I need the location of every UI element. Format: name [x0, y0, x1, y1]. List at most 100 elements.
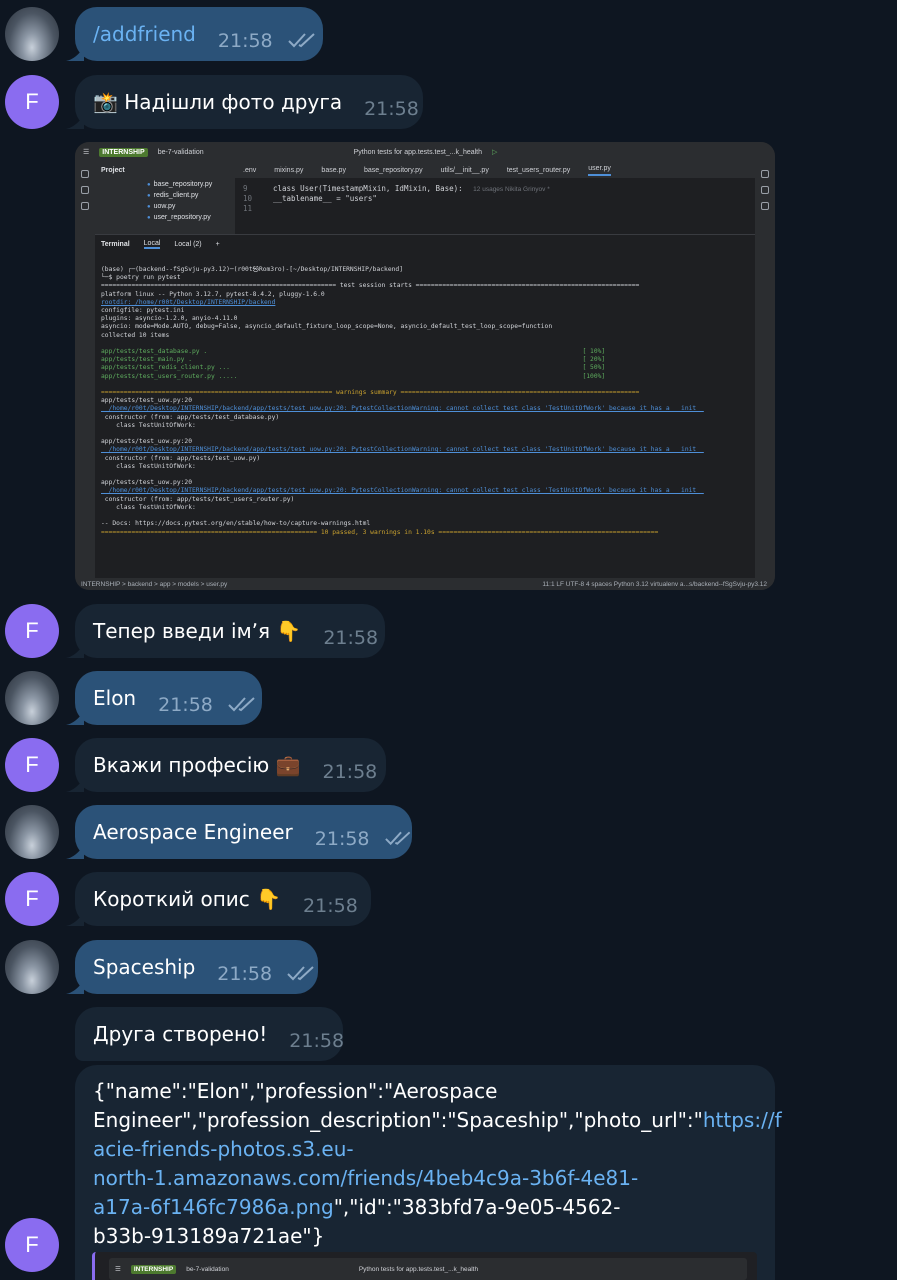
json-text: Engineer","profession_description":"Spac… — [93, 1108, 703, 1132]
photo-url-link[interactable]: a17a-6f146fc7986a.png — [93, 1195, 334, 1219]
line-number: 11 — [243, 204, 253, 213]
message-time: 21:58 — [217, 963, 273, 985]
message-bubble-out[interactable]: Spaceship 21:58 — [66, 940, 318, 994]
code-editor: 9 class User(TimestampMixin, IdMixin, Ba… — [235, 178, 755, 234]
statusbar-info: 11:1 LF UTF-8 4 spaces Python 3.12 virtu… — [542, 580, 767, 588]
ide-statusbar: INTERNSHIP > backend > app > models > us… — [75, 578, 775, 590]
message-time: 21:58 — [364, 98, 419, 120]
menu-icon: ☰ — [83, 149, 90, 156]
bot-avatar: F — [5, 872, 59, 926]
message-time: 21:58 — [314, 828, 370, 850]
photo-url-link[interactable]: acie-friends-photos.s3.eu- — [93, 1137, 354, 1161]
terminal-output: (base) ┌─(backend--fSgSvju-py3.12)─(r00t… — [101, 266, 753, 537]
editor-tab: base.py — [321, 166, 346, 174]
editor-tab-active: user.py — [588, 165, 611, 176]
message-text: Друга створено! — [93, 1022, 268, 1046]
terminal-line: /home/r00t/Desktop/INTERNSHIP/backend/ap… — [101, 405, 704, 413]
editor-tab: .env — [243, 166, 257, 174]
json-text: b33b-913189a721ae"} — [93, 1224, 325, 1248]
bubble-tail-icon — [66, 47, 84, 61]
statusbar-path: INTERNSHIP > backend > app > models > us… — [81, 580, 228, 588]
avatar — [5, 671, 59, 725]
terminal-line: ========================================… — [101, 389, 640, 397]
run-config-label: Python tests for app.tests.test_...k_hea… — [358, 1265, 479, 1273]
double-check-icon — [287, 33, 315, 48]
terminal-line: collected 10 items — [101, 331, 170, 339]
bot-avatar: F — [5, 1218, 59, 1272]
message-bubble-out[interactable]: Aerospace Engineer 21:58 — [66, 805, 412, 859]
terminal-line: constructor (from: app/tests/test_uow.py… — [101, 454, 261, 462]
message-bubble-out[interactable]: /addfriend 21:58 — [66, 7, 323, 61]
terminal-line: plugins: asyncio-1.2.0, anyio-4.11.0 — [101, 315, 238, 323]
project-badge: INTERNSHIP — [99, 147, 148, 157]
code-usages: 12 usages Nikita Grinyov * — [473, 186, 550, 193]
photo-url-link[interactable]: https://f — [703, 1108, 782, 1132]
message-bubble-out[interactable]: Elon 21:58 — [66, 671, 262, 725]
terminal-line: ========================================… — [101, 528, 659, 536]
json-message-bubble[interactable]: {"name":"Elon","profession":"Aerospace E… — [75, 1065, 782, 1280]
bubble-tail-icon — [66, 778, 84, 792]
terminal-line: ========================================… — [101, 282, 640, 290]
terminal-line: app/tests/test_uow.py:20 — [101, 397, 192, 405]
editor-tabs: .env mixins.py base.py base_repository.p… — [235, 162, 755, 178]
terminal-line: constructor (from: app/tests/test_databa… — [101, 413, 280, 421]
terminal-line: app/tests/test_uow.py:20 — [101, 479, 192, 487]
message-text: Aerospace Engineer — [93, 820, 293, 844]
terminal-tab: Terminal — [101, 241, 130, 248]
json-text: ","id":"383bfd7a-9e05-4562- — [333, 1195, 621, 1219]
message-text: 📸 Надішли фото друга — [93, 90, 343, 114]
branch-label: be-7-validation — [186, 1265, 229, 1273]
ide-left-rail — [75, 162, 95, 578]
terminal-line: class TestUnitOfWork: — [101, 421, 196, 429]
bubble-tail-icon — [66, 845, 84, 859]
terminal-tab: Local (2) — [174, 241, 202, 248]
terminal-line: class TestUnitOfWork: — [101, 503, 196, 511]
message-text: Тепер введи імʼя 👇 — [93, 619, 302, 643]
message-time: 21:58 — [303, 895, 358, 917]
terminal-line: configfile: pytest.ini — [101, 307, 185, 315]
message-time: 21:58 — [323, 627, 379, 649]
terminal-line: app/tests/test_main.py . [ 20%] — [101, 356, 606, 364]
message-time: 21:58 — [158, 694, 213, 716]
bubble-tail-icon — [66, 912, 84, 926]
bot-avatar: F — [5, 75, 59, 129]
link-preview-image[interactable]: ☰ INTERNSHIP be-7-validation Python test… — [92, 1252, 757, 1280]
terminal-line: constructor (from: app/tests/test_users_… — [101, 495, 295, 503]
code-line: __tablename__ = "users" — [273, 194, 377, 203]
photo-url-link[interactable]: north-1.amazonaws.com/friends/4beb4c9a-3… — [93, 1166, 638, 1190]
terminal-tab: Local — [143, 240, 161, 249]
branch-label: be-7-validation — [157, 148, 204, 156]
terminal-line: (base) ┌─(backend--fSgSvju-py3.12)─(r00t… — [101, 266, 403, 273]
terminal-line: asyncio: mode=Mode.AUTO, debug=False, as… — [101, 323, 553, 331]
ide-titlebar: ☰ INTERNSHIP be-7-validation Python test… — [75, 142, 775, 162]
message-bubble-in[interactable]: Короткий опис 👇 21:58 — [66, 872, 371, 926]
bubble-tail-icon — [66, 115, 84, 129]
message-bubble-in[interactable]: Вкажи професію 💼 21:58 — [66, 738, 386, 792]
project-panel: Project base_repository.py redis_client.… — [95, 162, 235, 234]
file-item: redis_client.py — [95, 190, 235, 201]
terminal-tabs: Terminal Local Local (2) + — [95, 234, 755, 254]
double-check-icon — [384, 831, 410, 846]
terminal-line: rootdir: /home/r00t/Desktop/INTERNSHIP/b… — [101, 298, 276, 306]
file-item: base_repository.py — [95, 179, 235, 190]
avatar — [5, 7, 59, 61]
terminal-line: app/tests/test_redis_client.py ... [ 50%… — [101, 364, 606, 372]
screenshot-image[interactable]: ☰ INTERNSHIP be-7-validation Python test… — [75, 142, 775, 590]
message-bubble-in[interactable]: Тепер введи імʼя 👇 21:58 — [66, 604, 385, 658]
bot-avatar: F — [5, 604, 59, 658]
terminal-line: app/tests/test_users_router.py ..... [10… — [101, 372, 606, 380]
message-bubble-in[interactable]: 📸 Надішли фото друга 21:58 — [66, 75, 423, 129]
editor-tab: mixins.py — [274, 166, 304, 174]
message-bubble-in[interactable]: Друга створено! 21:58 — [75, 1007, 344, 1061]
terminal-line: -- Docs: https://docs.pytest.org/en/stab… — [101, 520, 371, 528]
terminal-line: /home/r00t/Desktop/INTERNSHIP/backend/ap… — [101, 446, 704, 454]
message-text: Elon — [93, 686, 137, 710]
bot-avatar: F — [5, 738, 59, 792]
editor-tab: base_repository.py — [363, 166, 423, 174]
editor-tab: utils/__init__.py — [440, 166, 489, 174]
